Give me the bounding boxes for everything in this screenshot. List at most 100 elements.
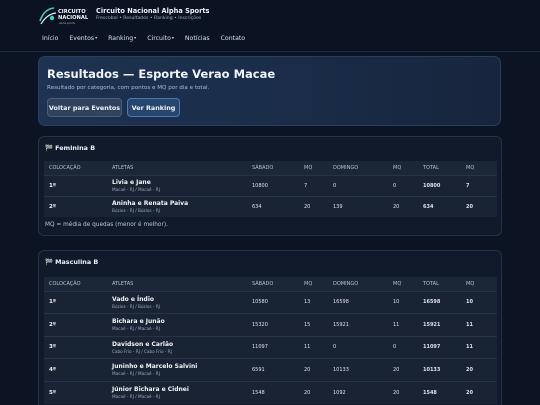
athletes-cell: Davidson e Carlão Cabo Frio - RJ / Cabo F…	[107, 335, 247, 359]
mq-total-cell: 10	[461, 290, 497, 314]
mq-sunday-cell: 10	[388, 290, 418, 314]
total-cell: 15921	[418, 313, 461, 336]
mq-sunday-cell: 20	[388, 195, 418, 217]
col-saturday: SÁBADO	[247, 277, 299, 291]
mq-saturday-cell: 11	[299, 335, 328, 359]
view-ranking-button[interactable]: Ver Ranking	[127, 98, 180, 117]
nav-item-ranking[interactable]: Ranking▾	[108, 35, 136, 42]
results-hero: Resultados — Esporte Verao Macae Resulta…	[38, 56, 501, 126]
main-nav: Início Eventos▾ Ranking▾ Circuito▾ Notíc…	[42, 35, 256, 42]
position-cell: 2º	[44, 195, 107, 217]
total-cell: 1548	[418, 380, 461, 404]
category-title: 🏁 Feminina B	[45, 144, 96, 152]
mq-saturday-cell: 20	[299, 380, 328, 404]
page-title: Resultados — Esporte Verao Macae	[47, 67, 276, 81]
sunday-cell: 15921	[328, 313, 388, 336]
total-cell: 10800	[418, 174, 461, 196]
col-athletes: ATLETAS	[107, 277, 247, 291]
saturday-cell: 15320	[247, 313, 299, 336]
brand-tagline: Frescobol • Resultados • Ranking • Inscr…	[96, 16, 202, 21]
saturday-cell: 10800	[247, 174, 299, 196]
table-row: 1º Vado e Índio Búzios - RJ / Búzios - RJ…	[44, 290, 497, 314]
results-table: COLOCAÇÃO ATLETAS SÁBADO MQ DOMINGO MQ T…	[44, 161, 497, 217]
total-cell: 634	[418, 195, 461, 217]
mq-sunday-cell: 20	[388, 358, 418, 381]
col-mq-sunday: MQ	[388, 277, 418, 291]
col-mq-saturday: MQ	[299, 161, 328, 175]
mq-sunday-cell: 0	[388, 174, 418, 196]
mq-total-cell: 20	[461, 380, 497, 404]
saturday-cell: 634	[247, 195, 299, 217]
position-cell: 1º	[44, 290, 107, 314]
mq-saturday-cell: 20	[299, 195, 328, 217]
col-mq-total: MQ	[461, 161, 497, 175]
nav-item-contato[interactable]: Contato	[221, 35, 245, 42]
col-sunday: DOMINGO	[328, 277, 388, 291]
sunday-cell: 0	[328, 174, 388, 196]
mq-total-cell: 20	[461, 195, 497, 217]
athletes-cell: Livia e Jane Macaé - RJ / Macaé - RJ	[107, 174, 247, 196]
col-position: COLOCAÇÃO	[44, 277, 107, 291]
table-header-row: COLOCAÇÃO ATLETAS SÁBADO MQ DOMINGO MQ T…	[44, 161, 497, 175]
position-cell: 4º	[44, 358, 107, 381]
athletes-cell: Juninho e Marcelo Salvini Macaé - RJ / Ma…	[107, 358, 247, 381]
mq-sunday-cell: 11	[388, 313, 418, 336]
col-athletes: ATLETAS	[107, 161, 247, 175]
mq-saturday-cell: 20	[299, 358, 328, 381]
col-mq-total: MQ	[461, 277, 497, 291]
nav-item-circuito[interactable]: Circuito▾	[147, 35, 174, 42]
position-cell: 5º	[44, 380, 107, 404]
sunday-cell: 139	[328, 195, 388, 217]
table-header-row: COLOCAÇÃO ATLETAS SÁBADO MQ DOMINGO MQ T…	[44, 277, 497, 291]
back-to-events-button[interactable]: Voltar para Eventos	[47, 98, 122, 117]
total-cell: 16598	[418, 290, 461, 314]
mq-saturday-cell: 13	[299, 290, 328, 314]
nav-item-eventos[interactable]: Eventos▾	[69, 35, 97, 42]
mq-saturday-cell: 15	[299, 313, 328, 336]
athletes-cell: Aninha e Renata Paiva Búzios - RJ / Búzio…	[107, 195, 247, 217]
position-cell: 1º	[44, 174, 107, 196]
saturday-cell: 11097	[247, 335, 299, 359]
sunday-cell: 10133	[328, 358, 388, 381]
results-table: COLOCAÇÃO ATLETAS SÁBADO MQ DOMINGO MQ T…	[44, 277, 497, 404]
position-cell: 3º	[44, 335, 107, 359]
col-position: COLOCAÇÃO	[44, 161, 107, 175]
brand-name: Circuito Nacional Alpha Sports	[96, 7, 210, 15]
mq-legend-note: MQ = média de quedas (menor é melhor).	[45, 222, 168, 228]
athletes-cell: Bichara e Junão Macaé - RJ / Macaé - RJ	[107, 313, 247, 336]
nav-item-noticias[interactable]: Notícias	[185, 35, 210, 42]
total-cell: 11097	[418, 335, 461, 359]
mq-total-cell: 11	[461, 313, 497, 336]
mq-total-cell: 7	[461, 174, 497, 196]
mq-total-cell: 11	[461, 335, 497, 359]
col-mq-sunday: MQ	[388, 161, 418, 175]
sunday-cell: 0	[328, 335, 388, 359]
position-cell: 2º	[44, 313, 107, 336]
category-panel-feminina-b: 🏁 Feminina B COLOCAÇÃO ATLETAS SÁBADO MQ …	[38, 136, 502, 236]
logo-text-line2: NACIONAL	[58, 15, 89, 21]
table-row: 2º Aninha e Renata Paiva Búzios - RJ / Bú…	[44, 195, 497, 217]
athletes-cell: Vado e Índio Búzios - RJ / Búzios - RJ	[107, 290, 247, 314]
table-row: 5º Júnior Bichara e Cidnei Macaé - RJ / M…	[44, 380, 497, 404]
sunday-cell: 16598	[328, 290, 388, 314]
page-subtitle: Resultado por categoria, com pontos e MQ…	[47, 85, 210, 91]
sunday-cell: 1092	[328, 380, 388, 404]
category-title: 🏁 Masculina B	[45, 258, 99, 266]
checkered-flag-icon: 🏁	[45, 258, 54, 266]
mq-sunday-cell: 0	[388, 335, 418, 359]
circuito-nacional-logo[interactable]: CIRCUITO NACIONAL alpha sports	[38, 5, 90, 27]
col-saturday: SÁBADO	[247, 161, 299, 175]
col-sunday: DOMINGO	[328, 161, 388, 175]
logo-text-line3: alpha sports	[59, 21, 76, 25]
athletes-cell: Júnior Bichara e Cidnei Macaé - RJ / Maca…	[107, 380, 247, 404]
table-row: 3º Davidson e Carlão Cabo Frio - RJ / Cab…	[44, 335, 497, 359]
col-total: TOTAL	[418, 277, 461, 291]
total-cell: 10133	[418, 358, 461, 381]
table-row: 4º Juninho e Marcelo Salvini Macaé - RJ /…	[44, 358, 497, 381]
category-panel-masculina-b: 🏁 Masculina B COLOCAÇÃO ATLETAS SÁBADO MQ…	[38, 250, 502, 405]
col-mq-saturday: MQ	[299, 277, 328, 291]
chevron-down-icon: ▾	[95, 35, 98, 40]
chevron-down-icon: ▾	[171, 35, 174, 40]
nav-item-inicio[interactable]: Início	[42, 35, 58, 42]
mq-saturday-cell: 7	[299, 174, 328, 196]
